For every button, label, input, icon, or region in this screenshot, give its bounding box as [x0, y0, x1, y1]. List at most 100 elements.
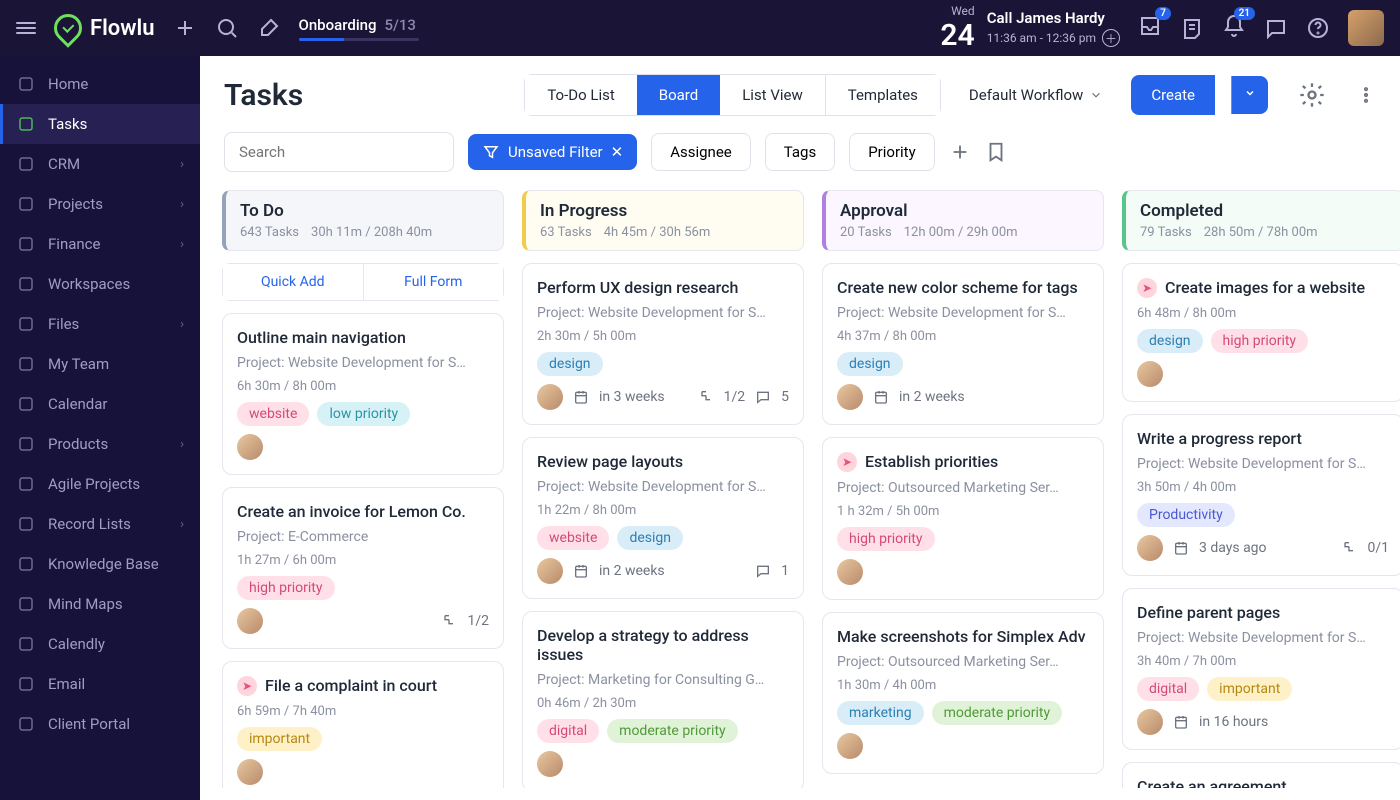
task-card[interactable]: ➤Establish prioritiesProject: Outsourced… — [822, 437, 1104, 600]
next-event-title[interactable]: Call James Hardy — [987, 9, 1120, 27]
assignee-avatar[interactable] — [237, 434, 263, 460]
sidebar-item-home[interactable]: Home — [0, 64, 200, 104]
pin-icon[interactable] — [257, 16, 281, 40]
sidebar-item-record-lists[interactable]: Record Lists› — [0, 504, 200, 544]
bookmark-icon[interactable] — [985, 141, 1007, 163]
tag-website[interactable]: website — [237, 402, 309, 426]
task-card[interactable]: Develop a strategy to address issuesProj… — [522, 611, 804, 788]
sidebar-item-my-team[interactable]: My Team — [0, 344, 200, 384]
help-icon[interactable] — [1306, 16, 1330, 40]
assignee-avatar[interactable] — [537, 751, 563, 777]
column-header-comp[interactable]: Completed79 Tasks28h 50m / 78h 00m — [1122, 190, 1400, 251]
column-header-todo[interactable]: To Do643 Tasks30h 11m / 208h 40m — [222, 190, 504, 251]
view-list-view[interactable]: List View — [720, 75, 825, 115]
full-form-button[interactable]: Full Form — [363, 264, 504, 300]
gear-icon[interactable] — [1298, 81, 1326, 109]
workflow-select[interactable]: Default Workflow — [969, 86, 1103, 104]
task-time: 1h 22m / 8h 00m — [537, 503, 789, 518]
view-switcher: To-Do ListBoardList ViewTemplates — [524, 74, 941, 116]
sidebar-item-projects[interactable]: Projects› — [0, 184, 200, 224]
column-header-appr[interactable]: Approval20 Tasks12h 00m / 29h 00m — [822, 190, 1104, 251]
sidebar-item-workspaces[interactable]: Workspaces — [0, 264, 200, 304]
view-board[interactable]: Board — [637, 75, 720, 115]
filter-priority[interactable]: Priority — [849, 133, 934, 171]
tag-digital[interactable]: digital — [537, 719, 599, 743]
tag-important[interactable]: important — [1207, 677, 1292, 701]
assignee-avatar[interactable] — [1137, 535, 1163, 561]
assignee-avatar[interactable] — [837, 733, 863, 759]
tag-productiv[interactable]: Productivity — [1137, 503, 1235, 527]
task-card[interactable]: Define parent pagesProject: Website Deve… — [1122, 588, 1400, 750]
task-card[interactable]: ➤File a complaint in court6h 59m / 7h 40… — [222, 661, 504, 788]
chat-icon[interactable] — [1264, 16, 1288, 40]
task-card[interactable]: ➤Create images for a website6h 48m / 8h … — [1122, 263, 1400, 402]
sidebar-item-calendly[interactable]: Calendly — [0, 624, 200, 664]
sidebar-item-knowledge-base[interactable]: Knowledge Base — [0, 544, 200, 584]
inbox-badge: 7 — [1155, 7, 1171, 20]
tag-modprio[interactable]: moderate priority — [607, 719, 738, 743]
assignee-avatar[interactable] — [537, 558, 563, 584]
tag-marketing[interactable]: marketing — [837, 701, 924, 725]
add-filter-icon[interactable] — [949, 141, 971, 163]
task-card[interactable]: Outline main navigationProject: Website … — [222, 313, 504, 475]
close-icon[interactable]: ✕ — [611, 143, 624, 161]
quick-add-button[interactable]: Quick Add — [223, 264, 363, 300]
sidebar-icon — [16, 714, 36, 734]
assignee-avatar[interactable] — [237, 759, 263, 785]
column-header-prog[interactable]: In Progress63 Tasks4h 45m / 30h 56m — [522, 190, 804, 251]
task-card[interactable]: Create an agreement — [1122, 762, 1400, 788]
onboarding-widget[interactable]: Onboarding 5/13 — [299, 16, 439, 41]
view-templates[interactable]: Templates — [825, 75, 940, 115]
create-button[interactable]: Create — [1131, 75, 1215, 115]
view-to-do-list[interactable]: To-Do List — [525, 75, 636, 115]
tag-important[interactable]: important — [237, 727, 322, 751]
sidebar-item-label: Home — [48, 75, 88, 93]
task-card[interactable]: Review page layoutsProject: Website Deve… — [522, 437, 804, 599]
more-icon[interactable] — [1356, 81, 1376, 109]
tag-digital[interactable]: digital — [1137, 677, 1199, 701]
tag-design[interactable]: design — [537, 352, 603, 376]
task-card[interactable]: Create an invoice for Lemon Co.Project: … — [222, 487, 504, 649]
assignee-avatar[interactable] — [1137, 709, 1163, 735]
tag-design[interactable]: design — [1137, 329, 1203, 353]
task-card[interactable]: Make screenshots for Simplex AdvProject:… — [822, 612, 1104, 774]
assignee-avatar[interactable] — [237, 608, 263, 634]
tag-highprio[interactable]: high priority — [237, 576, 335, 600]
sidebar-item-products[interactable]: Products› — [0, 424, 200, 464]
add-event-icon[interactable]: ＋ — [1102, 29, 1120, 47]
sidebar-item-finance[interactable]: Finance› — [0, 224, 200, 264]
assignee-avatar[interactable] — [1137, 361, 1163, 387]
task-card[interactable]: Perform UX design researchProject: Websi… — [522, 263, 804, 425]
next-event-time: 11:36 am - 12:36 pm — [987, 31, 1096, 45]
notes-icon[interactable] — [1180, 16, 1204, 40]
sidebar-item-files[interactable]: Files› — [0, 304, 200, 344]
sidebar-item-crm[interactable]: CRM› — [0, 144, 200, 184]
sidebar-item-tasks[interactable]: Tasks — [0, 104, 200, 144]
hamburger-icon[interactable] — [16, 22, 36, 34]
plus-icon[interactable] — [173, 16, 197, 40]
sidebar-item-agile-projects[interactable]: Agile Projects — [0, 464, 200, 504]
tag-modprio[interactable]: moderate priority — [932, 701, 1063, 725]
sidebar-item-mind-maps[interactable]: Mind Maps — [0, 584, 200, 624]
tag-design[interactable]: design — [617, 526, 683, 550]
filter-assignee[interactable]: Assignee — [651, 133, 751, 171]
task-card[interactable]: Create new color scheme for tagsProject:… — [822, 263, 1104, 425]
tag-design[interactable]: design — [837, 352, 903, 376]
task-card[interactable]: Write a progress reportProject: Website … — [1122, 414, 1400, 576]
assignee-avatar[interactable] — [837, 384, 863, 410]
search-top-icon[interactable] — [215, 16, 239, 40]
assignee-avatar[interactable] — [837, 559, 863, 585]
sidebar-item-client-portal[interactable]: Client Portal — [0, 704, 200, 744]
search-input[interactable] — [224, 132, 454, 172]
sidebar-item-calendar[interactable]: Calendar — [0, 384, 200, 424]
tag-highprio[interactable]: high priority — [837, 527, 935, 551]
unsaved-filter-chip[interactable]: Unsaved Filter ✕ — [468, 134, 637, 170]
create-dropdown[interactable] — [1231, 76, 1268, 114]
tag-website[interactable]: website — [537, 526, 609, 550]
sidebar-item-email[interactable]: Email — [0, 664, 200, 704]
tag-lowprio[interactable]: low priority — [317, 402, 410, 426]
assignee-avatar[interactable] — [537, 384, 563, 410]
filter-tags[interactable]: Tags — [765, 133, 835, 171]
user-avatar[interactable] — [1348, 10, 1384, 46]
tag-highprio[interactable]: high priority — [1211, 329, 1309, 353]
